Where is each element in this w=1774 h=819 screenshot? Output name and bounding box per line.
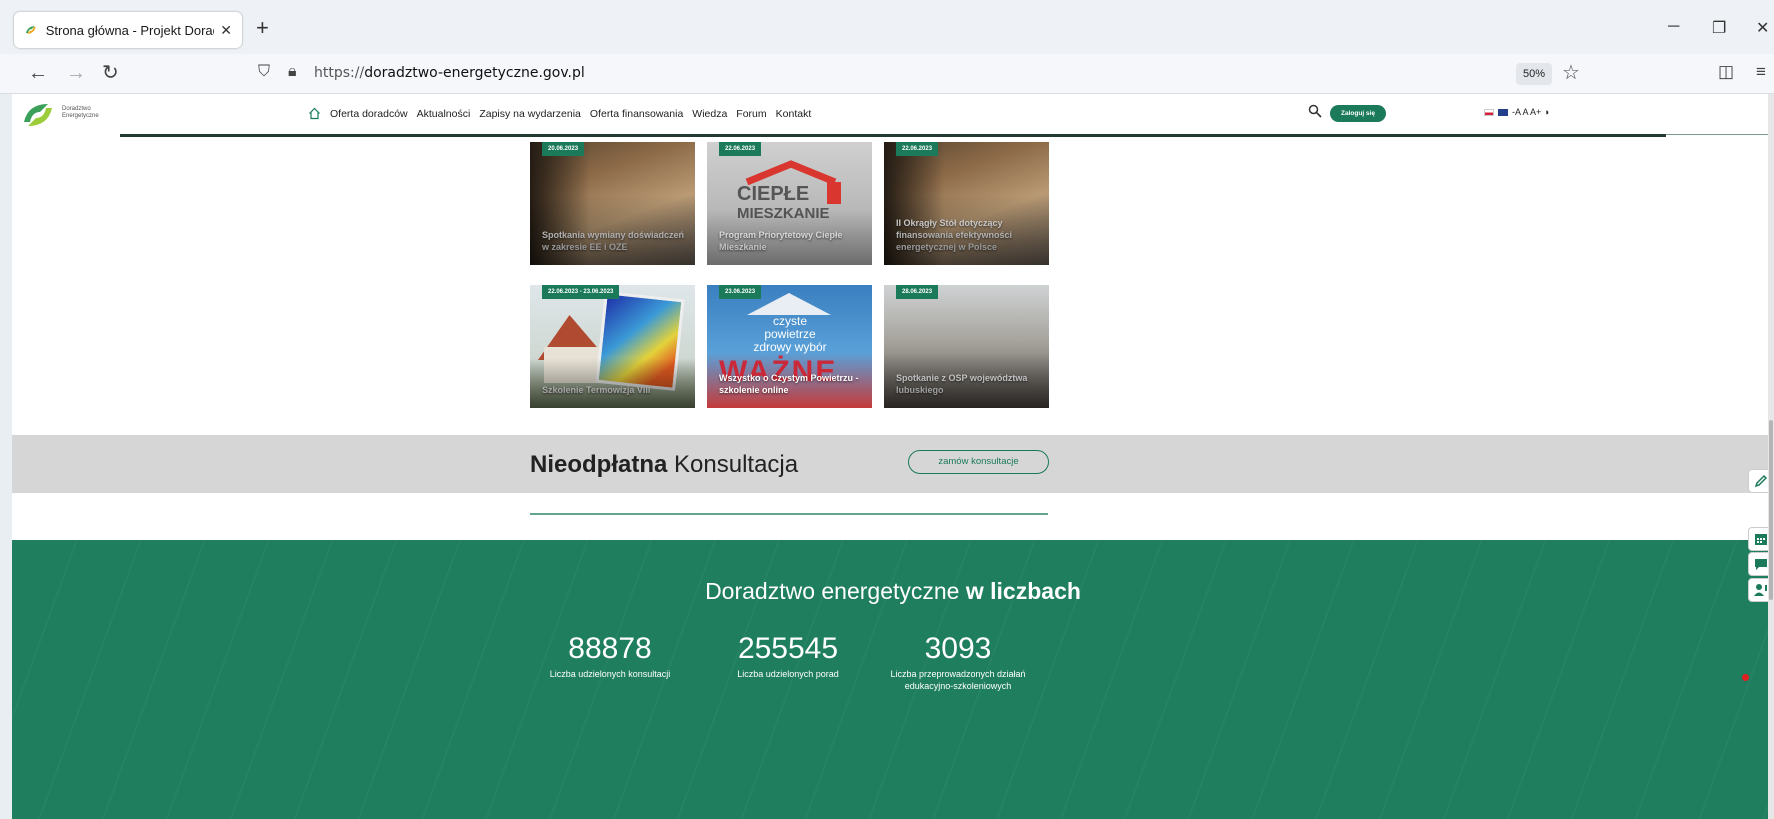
- consultation-banner: Nieodpłatna Konsultacja zamów konsultacj…: [12, 435, 1774, 493]
- news-card[interactable]: 22.06.2023 II Okrągły Stół dotyczący fin…: [884, 142, 1049, 265]
- cieple-mieszkanie-logo: CIEPŁE MIESZKANIE: [737, 160, 841, 220]
- news-title: Spotkania wymiany doświadczeń w zakresie…: [542, 230, 685, 252]
- order-consultation-button[interactable]: zamów konsultacje: [908, 450, 1049, 474]
- scrollbar-thumb[interactable]: [1769, 420, 1773, 600]
- chat-icon: [1755, 559, 1767, 570]
- login-button[interactable]: Zaloguj się: [1330, 105, 1386, 122]
- nav-item-oferta-doradcow[interactable]: Oferta doradców: [330, 108, 408, 120]
- tracking-shield-icon[interactable]: ⛉: [258, 63, 270, 81]
- stat-label: Liczba udzielonych porad: [737, 669, 839, 679]
- news-date: 22.06.2023 - 23.06.2023: [542, 285, 620, 299]
- search-icon[interactable]: [1308, 104, 1322, 118]
- language-accessibility-bar: -A A A+ ◑: [1484, 107, 1549, 117]
- forward-icon[interactable]: →: [66, 62, 86, 84]
- cieple-line-2: MIESZKANIE: [737, 205, 830, 220]
- url-scheme: https://: [314, 65, 365, 81]
- home-icon[interactable]: [308, 107, 321, 120]
- consultation-heading-bold: Nieodpłatna: [530, 451, 668, 478]
- news-card[interactable]: 28.06.2023 Spotkanie z OSP województwa l…: [884, 285, 1049, 408]
- site-favicon-icon: [25, 26, 36, 34]
- consultation-heading: Nieodpłatna Konsultacja: [530, 451, 798, 479]
- browser-tab-bar: Strona główna - Projekt Doradztwo ✕ + ─ …: [0, 0, 1774, 60]
- restore-icon[interactable]: ❐: [1712, 18, 1726, 38]
- news-date: 23.06.2023: [719, 285, 762, 299]
- nav-item-kontakt[interactable]: Kontakt: [776, 108, 812, 120]
- news-title: Program Priorytetowy Ciepłe Mieszkanie: [719, 230, 843, 252]
- news-card[interactable]: CIEPŁE MIESZKANIE 22.06.2023 Program Pri…: [707, 142, 872, 265]
- reload-icon[interactable]: ↻: [102, 62, 119, 84]
- pocket-icon[interactable]: ◫: [1718, 62, 1734, 82]
- site-logo-text: Doradztwo Energetyczne: [62, 106, 99, 120]
- news-card[interactable]: 22.06.2023 - 23.06.2023 Szkolenie Termow…: [530, 285, 695, 408]
- header-divider: [120, 134, 1666, 137]
- nav-item-zapisy[interactable]: Zapisy na wydarzenia: [479, 108, 581, 120]
- house-walls: [544, 347, 606, 383]
- back-icon[interactable]: ←: [28, 62, 48, 84]
- consultation-heading-rest: Konsultacja: [667, 451, 799, 478]
- site-header: Doradztwo Energetyczne Oferta doradców A…: [12, 94, 1774, 138]
- news-title: II Okrągły Stół dotyczący finansowania e…: [896, 218, 1013, 252]
- header-divider-thin: [1666, 134, 1774, 135]
- stats-section: Doradztwo energetyczne w liczbach 88878 …: [12, 540, 1774, 819]
- news-date: 28.06.2023: [896, 285, 939, 299]
- logo-line-1: Doradztwo: [62, 106, 91, 112]
- url-host: doradztwo-energetyczne.gov.pl: [364, 65, 585, 81]
- browser-nav-bar: ← → ↻ ⛉ 🔒︎ https://doradztwo-energetyczn…: [0, 54, 1774, 94]
- stats-title-regular: Doradztwo energetyczne: [705, 578, 966, 604]
- news-date: 22.06.2023: [896, 142, 939, 156]
- main-nav: Oferta doradców Aktualności Zapisy na wy…: [308, 107, 811, 120]
- news-card[interactable]: 20.06.2023 Spotkania wymiany doświadczeń…: [530, 142, 695, 265]
- stat-value: 88878: [568, 632, 652, 665]
- stat-item: 3093 Liczba przeprowadzonych działań edu…: [878, 632, 1038, 692]
- web-page: Doradztwo Energetyczne Oferta doradców A…: [12, 94, 1774, 819]
- menu-icon[interactable]: ≡: [1756, 62, 1766, 82]
- cieple-line-1: CIEPŁE: [737, 183, 809, 205]
- flag-en-icon[interactable]: [1498, 108, 1508, 116]
- stat-label: Liczba udzielonych konsultacji: [549, 669, 671, 679]
- calendar-icon: [1755, 534, 1767, 545]
- stat-item: 88878 Liczba udzielonych konsultacji: [540, 632, 680, 680]
- stat-item: 255545 Liczba udzielonych porad: [718, 632, 858, 680]
- lock-icon[interactable]: 🔒︎: [288, 63, 297, 81]
- czyste-line-1: czyste powietrze: [764, 314, 816, 341]
- news-title: Wszystko o Czystym Powietrzu - szkolenie…: [719, 373, 859, 395]
- nav-item-wiedza[interactable]: Wiedza: [692, 108, 727, 120]
- news-title: Spotkanie z OSP województwa lubuskiego: [896, 373, 1028, 395]
- tab-title: Strona główna - Projekt Doradztwo: [45, 22, 215, 38]
- address-bar[interactable]: https://doradztwo-energetyczne.gov.pl: [314, 65, 585, 81]
- person-info-icon: [1754, 584, 1767, 596]
- stat-label: Liczba przeprowadzonych działań edukacyj…: [890, 669, 1026, 691]
- news-date: 22.06.2023: [719, 142, 762, 156]
- stat-value: 3093: [924, 632, 992, 665]
- stat-value: 255545: [737, 632, 839, 665]
- nav-item-oferta-finansowania[interactable]: Oferta finansowania: [590, 108, 683, 120]
- close-window-icon[interactable]: ✕: [1756, 18, 1769, 38]
- site-logo-icon[interactable]: [22, 100, 54, 130]
- czyste-powietrze-logo: czyste powietrze zdrowy wybór: [747, 315, 833, 354]
- flag-pl-icon[interactable]: [1484, 108, 1494, 116]
- minimize-icon[interactable]: ─: [1668, 18, 1679, 36]
- notification-dot: [1742, 674, 1749, 681]
- section-divider: [530, 513, 1048, 515]
- new-tab-icon[interactable]: +: [256, 16, 269, 40]
- news-card[interactable]: czyste powietrze zdrowy wybór WAŻNE 23.0…: [707, 285, 872, 408]
- thermal-camera-screen: [595, 291, 685, 391]
- czyste-line-2: zdrowy wybór: [753, 340, 827, 354]
- nav-item-forum[interactable]: Forum: [736, 108, 766, 120]
- stats-title-bold: w liczbach: [965, 578, 1081, 604]
- bookmark-star-icon[interactable]: ☆: [1562, 60, 1580, 85]
- stats-title: Doradztwo energetyczne w liczbach: [12, 578, 1774, 605]
- nav-item-aktualnosci[interactable]: Aktualności: [417, 108, 471, 120]
- browser-tab[interactable]: Strona główna - Projekt Doradztwo ✕: [14, 12, 242, 48]
- news-title: Szkolenie Termowizja VIII: [542, 385, 651, 395]
- zoom-level[interactable]: 50%: [1516, 63, 1552, 85]
- tab-close-icon[interactable]: ✕: [220, 22, 232, 39]
- logo-line-2: Energetyczne: [62, 113, 99, 119]
- pencil-icon: [1754, 474, 1768, 488]
- news-date: 20.06.2023: [542, 142, 585, 156]
- font-size-controls[interactable]: -A A A+ ◑: [1512, 107, 1549, 117]
